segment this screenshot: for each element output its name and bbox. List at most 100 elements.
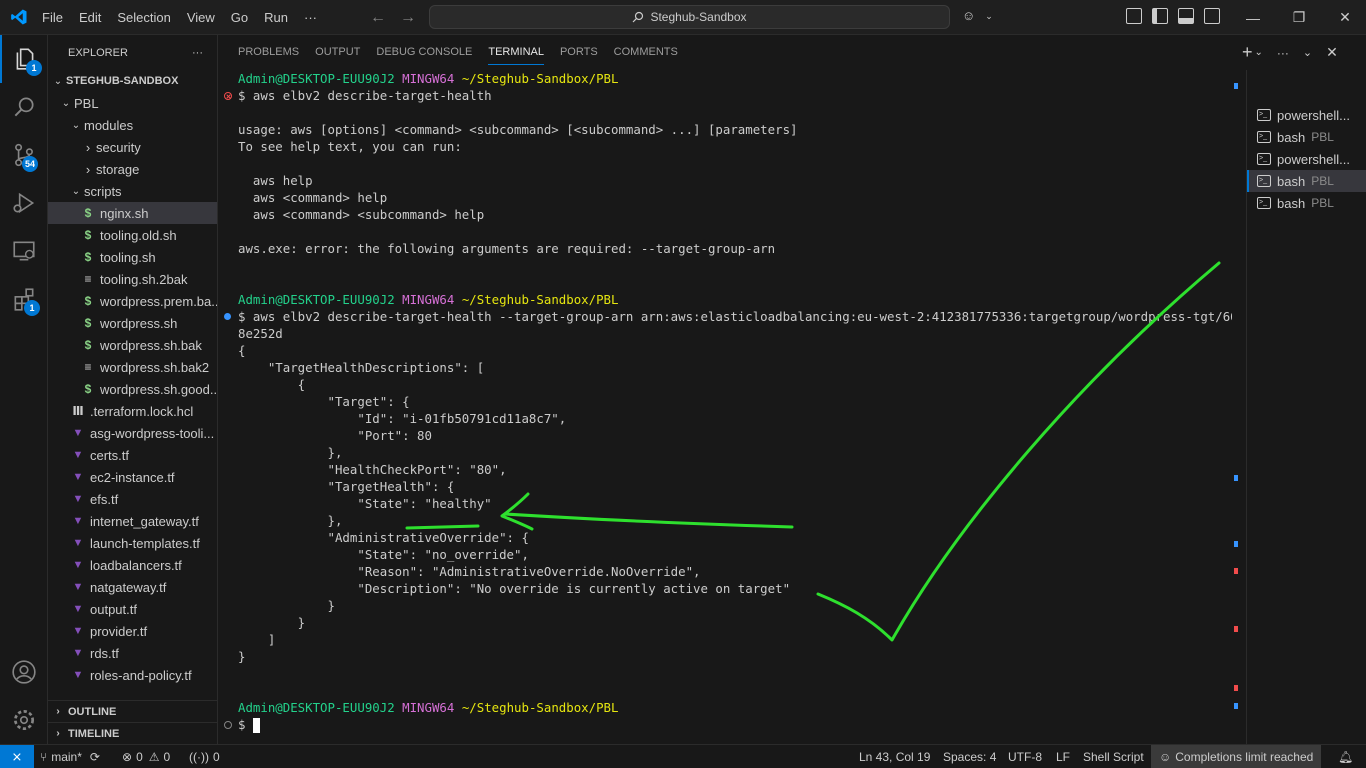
forward-arrow-icon[interactable]: → bbox=[400, 9, 416, 27]
explorer-item[interactable]: Ⅲ .terraform.lock.hcl bbox=[48, 400, 217, 422]
problems-status[interactable]: ⊗ 0 ⚠ 0 bbox=[122, 745, 170, 768]
end-of-line[interactable]: LF bbox=[1056, 745, 1070, 768]
sync-icon[interactable]: ⟳ bbox=[90, 750, 100, 764]
terminal-instance[interactable]: >_ bash PBL bbox=[1247, 126, 1366, 148]
menu-edit[interactable]: Edit bbox=[71, 10, 109, 25]
new-terminal-icon[interactable]: + bbox=[1242, 42, 1253, 63]
chevron-down-icon[interactable]: ⌄ bbox=[1255, 47, 1263, 58]
explorer-item[interactable]: ▼ asg-wordpress-tooli... bbox=[48, 422, 217, 444]
toggle-primary-sidebar-icon[interactable] bbox=[1152, 8, 1168, 24]
outline-section[interactable]: › OUTLINE bbox=[48, 700, 217, 722]
back-arrow-icon[interactable]: ← bbox=[370, 9, 386, 27]
indentation[interactable]: Spaces: 4 bbox=[943, 745, 996, 768]
explorer-item[interactable]: $ tooling.sh bbox=[48, 246, 217, 268]
remote-indicator[interactable]: ⨯ bbox=[0, 745, 34, 768]
explorer-item[interactable]: ▼ certs.tf bbox=[48, 444, 217, 466]
encoding[interactable]: UTF-8 bbox=[1008, 745, 1042, 768]
explorer-item[interactable]: ▼ loadbalancers.tf bbox=[48, 554, 217, 576]
scroll-marker bbox=[1234, 541, 1238, 547]
restore-icon[interactable]: ❐ bbox=[1276, 9, 1322, 26]
command-pending-icon[interactable] bbox=[224, 721, 232, 729]
terminal-instance[interactable]: >_ powershell... bbox=[1247, 104, 1366, 126]
explorer-item-label: rds.tf bbox=[90, 645, 119, 661]
explorer-item[interactable]: › storage bbox=[48, 158, 217, 180]
command-failed-icon[interactable] bbox=[224, 92, 232, 100]
terminal-instance[interactable]: >_ bash PBL bbox=[1247, 170, 1366, 192]
explorer-item[interactable]: ⌄ scripts bbox=[48, 180, 217, 202]
run-debug-activity[interactable] bbox=[0, 179, 48, 227]
manage-activity[interactable] bbox=[0, 696, 48, 744]
explorer-item[interactable]: $ wordpress.sh.good... bbox=[48, 378, 217, 400]
branch-status[interactable]: ⑂ main* ⟳ bbox=[40, 745, 100, 768]
explorer-item[interactable]: ▼ rds.tf bbox=[48, 642, 217, 664]
menu-more[interactable]: ··· bbox=[296, 10, 325, 25]
explorer-item[interactable]: ≡ tooling.sh.2bak bbox=[48, 268, 217, 290]
tab-terminal[interactable]: TERMINAL bbox=[480, 35, 552, 70]
explorer-activity[interactable]: 1 bbox=[0, 35, 48, 83]
command-center-search[interactable]: Steghub-Sandbox bbox=[429, 5, 950, 29]
copilot-menu[interactable]: ☺ ⌄ bbox=[962, 8, 993, 24]
more-actions-icon[interactable]: ··· bbox=[192, 47, 203, 59]
remote-explorer-activity[interactable] bbox=[0, 227, 48, 275]
explorer-item[interactable]: ▼ ec2-instance.tf bbox=[48, 466, 217, 488]
chevron-down-icon[interactable]: ⌄ bbox=[985, 8, 993, 24]
tab-debug-console[interactable]: DEBUG CONSOLE bbox=[368, 35, 480, 70]
terminal-instance[interactable]: >_ powershell... bbox=[1247, 148, 1366, 170]
search-activity[interactable] bbox=[0, 83, 48, 131]
toggle-secondary-sidebar-icon[interactable] bbox=[1204, 8, 1220, 24]
explorer-item[interactable]: ▼ roles-and-policy.tf bbox=[48, 664, 217, 686]
explorer-item[interactable]: ⌄ modules bbox=[48, 114, 217, 136]
menu-bar: File Edit Selection View Go Run ··· bbox=[34, 0, 325, 35]
explorer-item[interactable]: $ wordpress.sh.bak bbox=[48, 334, 217, 356]
menu-run[interactable]: Run bbox=[256, 10, 296, 25]
explorer-item[interactable]: ▼ provider.tf bbox=[48, 620, 217, 642]
explorer-item[interactable]: ▼ launch-templates.tf bbox=[48, 532, 217, 554]
tab-comments[interactable]: COMMENTS bbox=[606, 35, 686, 70]
explorer-item[interactable]: $ wordpress.prem.ba... bbox=[48, 290, 217, 312]
explorer-item[interactable]: ≡ wordpress.sh.bak2 bbox=[48, 356, 217, 378]
copilot-icon[interactable]: ☺ bbox=[962, 8, 975, 24]
maximize-panel-icon[interactable]: ⌄ bbox=[1303, 46, 1312, 59]
terraform-file-icon: ▼ bbox=[72, 603, 84, 615]
menu-go[interactable]: Go bbox=[223, 10, 256, 25]
explorer-item[interactable]: ▼ output.tf bbox=[48, 598, 217, 620]
language-mode[interactable]: Shell Script bbox=[1083, 745, 1144, 768]
accounts-activity[interactable] bbox=[0, 648, 48, 696]
close-panel-icon[interactable]: ✕ bbox=[1326, 44, 1338, 61]
explorer-item[interactable]: ▼ internet_gateway.tf bbox=[48, 510, 217, 532]
run-debug-icon bbox=[13, 192, 35, 214]
toggle-panel-icon[interactable] bbox=[1178, 8, 1194, 24]
explorer-item[interactable]: $ wordpress.sh bbox=[48, 312, 217, 334]
explorer-item[interactable]: ⌄ PBL bbox=[48, 92, 217, 114]
close-icon[interactable]: ✕ bbox=[1322, 9, 1366, 26]
explorer-item[interactable]: › security bbox=[48, 136, 217, 158]
explorer-item[interactable]: $ tooling.old.sh bbox=[48, 224, 217, 246]
minimize-icon[interactable]: — bbox=[1230, 10, 1276, 26]
more-actions-icon[interactable]: ··· bbox=[1277, 46, 1289, 60]
notifications-bell[interactable]: 🔔︎ bbox=[1338, 745, 1353, 768]
command-success-icon[interactable] bbox=[224, 313, 231, 320]
chevron-down-icon: ⌄ bbox=[53, 75, 63, 87]
menu-file[interactable]: File bbox=[34, 10, 71, 25]
menu-view[interactable]: View bbox=[179, 10, 223, 25]
terminal-scrollbar[interactable] bbox=[1232, 70, 1246, 744]
workspace-root[interactable]: ⌄ STEGHUB-SANDBOX bbox=[48, 70, 217, 92]
copilot-status[interactable]: ☺ Completions limit reached bbox=[1151, 745, 1322, 768]
terminal-instance[interactable]: >_ bash PBL bbox=[1247, 192, 1366, 214]
tab-output[interactable]: OUTPUT bbox=[307, 35, 368, 70]
scroll-marker bbox=[1234, 475, 1238, 481]
timeline-section[interactable]: › TIMELINE bbox=[48, 722, 217, 744]
menu-selection[interactable]: Selection bbox=[109, 10, 178, 25]
tab-ports[interactable]: PORTS bbox=[552, 35, 606, 70]
explorer-item[interactable]: ▼ natgateway.tf bbox=[48, 576, 217, 598]
source-control-activity[interactable]: 54 bbox=[0, 131, 48, 179]
tab-problems[interactable]: PROBLEMS bbox=[230, 35, 307, 70]
explorer-item[interactable]: ▼ efs.tf bbox=[48, 488, 217, 510]
ports-status[interactable]: ((·)) 0 bbox=[189, 745, 220, 768]
extensions-activity[interactable]: 1 bbox=[0, 275, 48, 323]
explorer-item-label: wordpress.sh.bak2 bbox=[100, 359, 210, 375]
cursor-position[interactable]: Ln 43, Col 19 bbox=[859, 745, 930, 768]
customize-layout-icon[interactable] bbox=[1126, 8, 1142, 24]
explorer-item[interactable]: $ nginx.sh bbox=[48, 202, 217, 224]
terminal-output[interactable]: Admin@DESKTOP-EUU90J2 MINGW64 ~/Steghub-… bbox=[218, 70, 1232, 744]
